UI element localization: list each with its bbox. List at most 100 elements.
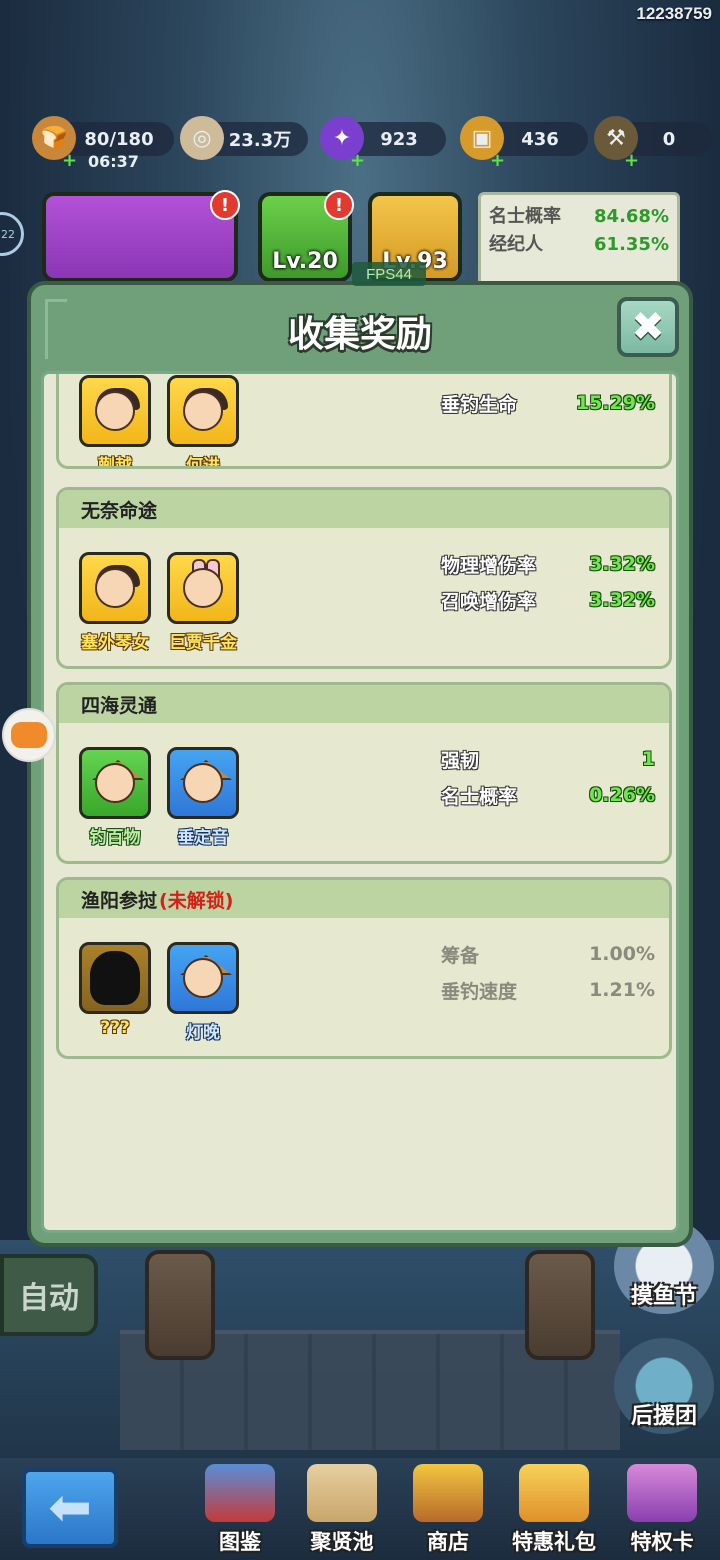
hero-card[interactable]: 何进	[167, 375, 239, 466]
modal-title: 收集奖励	[287, 314, 432, 355]
bonus-value: 0.26%	[589, 784, 655, 806]
coin-value: 23.3万	[228, 130, 292, 151]
stats-panel: 名士概率 84.68% 经纪人 61.35%	[478, 192, 680, 288]
bonus-value: 3.32%	[589, 553, 655, 575]
stamina-value: 80/180	[84, 128, 154, 150]
hero-card[interactable]: 垂定音	[167, 747, 239, 848]
rod-counter[interactable]: ⚒ + 0	[594, 116, 712, 171]
rope-card[interactable]: ! Lv.20	[258, 190, 354, 282]
book-icon	[205, 1464, 275, 1522]
bonus-label: 垂钓生命	[441, 393, 518, 416]
rod-card[interactable]: !	[42, 190, 240, 282]
set-title: 四海灵通	[59, 685, 669, 723]
bonus-label: 垂钓速度	[441, 980, 518, 1003]
nav-label: 特惠礼包	[512, 1530, 596, 1554]
hero-card[interactable]: 蒯越	[79, 375, 151, 466]
hero-name: 塞外琴女	[81, 633, 149, 653]
bonus-row: 物理增伤率 3.32%	[441, 550, 655, 578]
dock-post-left	[145, 1250, 215, 1360]
alert-badge: !	[210, 190, 240, 220]
gift-icon	[519, 1464, 589, 1522]
token-counter[interactable]: ▣ + 436	[460, 116, 588, 171]
plus-icon: +	[624, 150, 640, 171]
hero-name: ???	[100, 1018, 130, 1038]
rod-value: 0	[662, 128, 676, 150]
user-id: 12238759	[636, 4, 712, 23]
gem-value: 923	[380, 128, 418, 150]
plus-icon: +	[490, 150, 506, 171]
nav-label: 聚贤池	[310, 1530, 374, 1554]
shop-icon	[413, 1464, 483, 1522]
hero-portrait	[167, 552, 239, 624]
dock-post-right	[525, 1250, 595, 1360]
alert-badge: !	[324, 190, 354, 220]
bonus-value: 15.29%	[575, 392, 655, 414]
card-icon	[627, 1464, 697, 1522]
bottom-nav: ⬅ 图鉴 聚贤池 商店 特惠礼包 特权卡	[0, 1458, 720, 1560]
hero-portrait	[167, 747, 239, 819]
hero-name: 钓百物	[89, 828, 141, 848]
bonus-value: 3.32%	[589, 589, 655, 611]
fish-festival-label: 摸鱼节	[630, 1284, 697, 1309]
set-title: 无奈命途	[59, 490, 669, 528]
hero-portrait	[79, 942, 151, 1014]
gamepad-float-icon[interactable]	[2, 708, 56, 762]
auto-button[interactable]: 自动	[0, 1254, 98, 1336]
unknown-silhouette-icon	[90, 951, 140, 1005]
hero-card[interactable]: ???	[79, 942, 151, 1038]
stats-row: 经纪人 61.35%	[489, 231, 669, 259]
hero-card[interactable]: 塞外琴女	[79, 552, 151, 653]
stamina-counter[interactable]: 🍞 + 80/180	[32, 116, 174, 171]
bonus-row: 垂钓速度 1.21%	[441, 976, 655, 1004]
nav-item-recruit[interactable]: 聚贤池	[292, 1464, 392, 1556]
bonus-label: 召唤增伤率	[441, 590, 537, 613]
stats-value: 61.35%	[594, 234, 669, 255]
bonus-label: 筹备	[441, 944, 480, 967]
set-title: 渔阳参挝	[81, 889, 158, 912]
bonus-row: 召唤增伤率 3.32%	[441, 586, 655, 614]
hero-card[interactable]: 钓百物	[79, 747, 151, 848]
bonus-value: 1.21%	[589, 979, 655, 1001]
scroll-icon	[307, 1464, 377, 1522]
resource-bar: 🍞 + 80/180 06:37 ◎ 23.3万 ✦ + 923 ▣ + 436…	[0, 116, 720, 178]
hero-card[interactable]: 灯晚	[167, 942, 239, 1043]
gem-counter[interactable]: ✦ + 923	[320, 116, 446, 171]
collection-set: 四海灵通 钓百物 垂定音 强韧 1 名士概率 0.26%	[56, 682, 672, 864]
collection-set: 无奈命途 塞外琴女 巨贾千金 物理增伤率 3.32% 召唤增伤率 3.32%	[56, 487, 672, 669]
stamina-timer: 06:37	[88, 152, 139, 171]
nav-label: 图鉴	[219, 1530, 261, 1554]
stats-label: 经纪人	[489, 234, 543, 255]
bonus-row: 筹备 1.00%	[441, 940, 655, 968]
collection-set: 蒯越 何进 垂钓生命 15.29%	[56, 374, 672, 469]
coin-counter[interactable]: ◎ 23.3万	[180, 116, 308, 160]
hero-name: 灯晚	[186, 1023, 220, 1043]
bonus-row: 强韧 1	[441, 745, 655, 773]
bonus-label: 名士概率	[441, 785, 518, 808]
support-team-button[interactable]: 后援团	[614, 1338, 714, 1434]
nav-label: 特权卡	[630, 1530, 694, 1554]
bonus-label: 强韧	[441, 749, 480, 772]
stats-value: 84.68%	[594, 206, 669, 227]
hero-card[interactable]: 巨贾千金	[167, 552, 239, 653]
back-arrow-icon[interactable]: ⬅	[22, 1468, 118, 1548]
nav-item-privilege-card[interactable]: 特权卡	[612, 1464, 712, 1556]
set-title-row: 渔阳参挝 (未解锁)	[59, 880, 669, 918]
hero-name: 垂定音	[177, 828, 229, 848]
bonus-row: 名士概率 0.26%	[441, 781, 655, 809]
close-button[interactable]: ✖	[617, 297, 679, 357]
fps-counter: FPS44	[352, 262, 426, 286]
token-value: 436	[521, 128, 559, 150]
bonus-row: 垂钓生命 15.29%	[441, 389, 655, 417]
coin-icon: ◎	[180, 116, 224, 160]
nav-label: 商店	[427, 1530, 469, 1554]
locked-label: (未解锁)	[159, 889, 234, 912]
hero-portrait	[79, 747, 151, 819]
collection-reward-modal: 收集奖励 ✖ 蒯越 何进 垂钓生命 15.29% 无奈命途 塞外琴女 巨贾千金 …	[27, 281, 693, 1247]
stats-label: 名士概率	[489, 206, 561, 227]
rope-level: Lv.20	[272, 249, 338, 274]
set-list[interactable]: 蒯越 何进 垂钓生命 15.29% 无奈命途 塞外琴女 巨贾千金 物理增伤率 3…	[41, 371, 679, 1233]
nav-item-shop[interactable]: 商店	[398, 1464, 498, 1556]
plus-icon: +	[62, 150, 78, 171]
nav-item-gift-pack[interactable]: 特惠礼包	[504, 1464, 604, 1556]
nav-item-encyclopedia[interactable]: 图鉴	[190, 1464, 290, 1556]
